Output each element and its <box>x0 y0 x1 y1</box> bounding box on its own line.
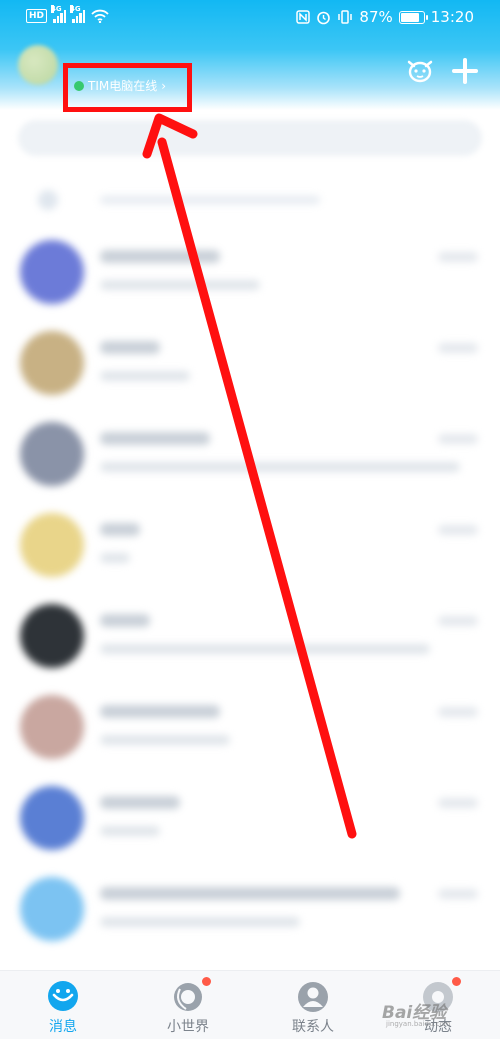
annotation-highlight-box <box>63 63 192 112</box>
conversation-avatar <box>20 786 84 850</box>
conversation-preview <box>100 644 430 654</box>
baidu-watermark-url: jingyan.baidu.com <box>386 1020 451 1028</box>
conversation-preview <box>100 917 300 927</box>
conversation-name <box>100 705 220 718</box>
conversation-avatar <box>20 513 84 577</box>
conversation-time <box>438 889 478 899</box>
battery-icon <box>398 10 428 24</box>
wifi-icon <box>91 9 109 23</box>
conversation-time <box>438 798 478 808</box>
battery-percent: 87% <box>359 8 393 26</box>
tab-label: 消息 <box>49 1019 77 1035</box>
clock: 13:20 <box>430 8 474 26</box>
conversation-avatar <box>20 877 84 941</box>
conversation-avatar <box>20 604 84 668</box>
hd-badge: HD <box>26 9 48 23</box>
contacts-icon <box>298 982 328 1012</box>
tab-label: 小世界 <box>167 1019 209 1035</box>
small-world-badge <box>202 977 211 986</box>
conversation-row[interactable] <box>0 501 500 593</box>
conversation-time <box>438 707 478 717</box>
sim1-signal-icon: 4G <box>51 5 67 23</box>
moments-badge <box>452 977 461 986</box>
conversation-avatar <box>20 695 84 759</box>
conversation-row[interactable] <box>0 228 500 320</box>
conversation-name <box>100 614 150 627</box>
alarm-icon <box>317 11 331 24</box>
conversation-name <box>100 523 140 536</box>
conversation-name <box>100 887 400 900</box>
conversation-preview <box>100 462 460 472</box>
conversation-preview <box>100 735 230 745</box>
tab-label: 联系人 <box>292 1019 334 1035</box>
pet-icon[interactable] <box>406 57 434 83</box>
conversation-row[interactable] <box>0 865 500 957</box>
conversation-preview <box>100 826 160 836</box>
conversation-name <box>100 250 220 263</box>
conversation-row[interactable] <box>0 319 500 411</box>
conversation-time <box>438 434 478 444</box>
small-world-icon <box>174 983 202 1011</box>
tab-messages[interactable]: 消息 <box>13 971 113 1039</box>
conversation-avatar <box>20 422 84 486</box>
conversation-row[interactable] <box>0 410 500 502</box>
status-bar: HD 4G 4G 87% 13:20 <box>0 0 500 36</box>
conversation-avatar <box>20 240 84 304</box>
tab-small-world[interactable]: 小世界 <box>138 971 238 1039</box>
conversation-name <box>100 796 180 809</box>
conversation-row[interactable] <box>0 774 500 866</box>
conversation-time <box>438 343 478 353</box>
search-bar[interactable] <box>18 120 482 156</box>
conversation-name <box>100 432 210 445</box>
conversation-preview <box>100 280 260 290</box>
conversation-time <box>438 525 478 535</box>
conversation-name <box>100 341 160 354</box>
my-avatar[interactable] <box>18 45 58 85</box>
sim2-signal-icon: 4G <box>70 5 86 23</box>
conversation-row[interactable] <box>0 592 500 684</box>
vibrate-icon <box>338 10 353 24</box>
conversation-time <box>438 252 478 262</box>
qq-message-icon <box>48 981 78 1011</box>
plus-icon[interactable] <box>452 58 478 84</box>
nfc-icon <box>296 10 311 24</box>
conversation-preview <box>100 371 190 381</box>
frequent-contacts-hint <box>30 190 320 210</box>
conversation-avatar <box>20 331 84 395</box>
conversation-preview <box>100 553 130 563</box>
tab-contacts[interactable]: 联系人 <box>263 971 363 1039</box>
conversation-row[interactable] <box>0 683 500 775</box>
conversation-time <box>438 616 478 626</box>
